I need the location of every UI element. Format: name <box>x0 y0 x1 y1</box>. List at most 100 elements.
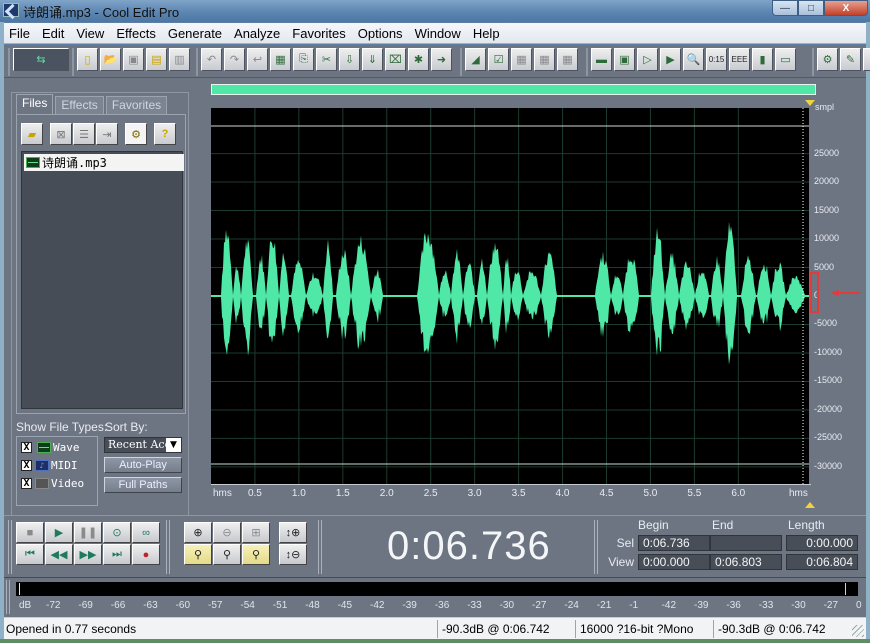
minimize-button[interactable]: — <box>772 0 798 16</box>
grid-1-button[interactable]: ▦ <box>511 48 532 71</box>
zoom-selection-button[interactable]: ⚲ <box>242 544 270 565</box>
paste-button[interactable]: ⇩ <box>339 48 360 71</box>
sel-end-field[interactable] <box>710 535 782 551</box>
blank-window-button[interactable]: ▭ <box>775 48 796 71</box>
menu-favorites[interactable]: Favorites <box>287 26 350 41</box>
cut-button[interactable]: ✂ <box>316 48 337 71</box>
zoom-out-vertical-icon: ↕⊖ <box>285 549 301 561</box>
play-window-button[interactable]: ▶ <box>660 48 681 71</box>
mix-paste-button[interactable]: ⌧ <box>385 48 406 71</box>
file-item[interactable]: 诗朗诵.mp3 <box>24 154 184 171</box>
open-file-button[interactable]: 📂 <box>100 48 121 71</box>
view-begin-field[interactable]: 0:00.000 <box>638 554 710 570</box>
view-tracks-button[interactable]: ▷ <box>637 48 658 71</box>
help-button[interactable]: ? <box>154 123 176 145</box>
menu-view[interactable]: View <box>71 26 109 41</box>
save-button[interactable]: ▣ <box>123 48 144 71</box>
overview-range-bar[interactable] <box>211 84 816 95</box>
close-file-button[interactable]: ⊠ <box>50 123 72 145</box>
envelope-button[interactable]: ◢ <box>465 48 486 71</box>
play-button[interactable]: ▶ <box>45 522 73 543</box>
zoom-out-vertical-button[interactable]: ↕⊖ <box>279 544 307 565</box>
help-button[interactable]: ? <box>863 48 870 71</box>
menu-generate[interactable]: Generate <box>163 26 227 41</box>
zoom-window-button[interactable]: 🔍 <box>683 48 704 71</box>
view-waveform-button[interactable]: ▬ <box>591 48 612 71</box>
pause-button[interactable]: ❚❚ <box>74 522 102 543</box>
stop-button[interactable]: ■ <box>16 522 44 543</box>
zoom-left-button[interactable]: ⚲ <box>184 544 212 565</box>
toolbar-grip[interactable] <box>594 520 598 574</box>
multitrack-toggle-button[interactable]: ⇆ <box>13 48 69 71</box>
resize-grip[interactable] <box>852 625 864 637</box>
insert-cd-button[interactable]: ⇥ <box>96 123 118 145</box>
zoom-in-button[interactable]: ⊕ <box>184 522 212 543</box>
menu-effects[interactable]: Effects <box>111 26 161 41</box>
sel-begin-field[interactable]: 0:06.736 <box>638 535 710 551</box>
undo-button[interactable]: ↶ <box>201 48 222 71</box>
loop-button[interactable]: ∞ <box>132 522 160 543</box>
settings-button[interactable]: ⚙ <box>125 123 147 145</box>
tab-favorites[interactable]: Favorites <box>105 96 168 114</box>
save-all-button[interactable]: ▥ <box>169 48 190 71</box>
zoom-to-selection-button[interactable]: ➜ <box>431 48 452 71</box>
menu-options[interactable]: Options <box>353 26 408 41</box>
wave-checkbox[interactable]: X <box>21 441 32 453</box>
play-to-end-button[interactable]: ⊙ <box>103 522 131 543</box>
record-button[interactable]: ● <box>132 544 160 565</box>
grid-3-button[interactable]: ▦ <box>557 48 578 71</box>
view-spectral-button[interactable]: ▣ <box>614 48 635 71</box>
time-window-button[interactable]: 0:15 <box>706 48 727 71</box>
trim-button[interactable]: ✱ <box>408 48 429 71</box>
view-end-field[interactable]: 0:06.803 <box>710 554 782 570</box>
go-to-beginning-button[interactable]: ⏮ <box>16 544 44 565</box>
open-folder-button[interactable]: ▰ <box>21 123 43 145</box>
menu-help[interactable]: Help <box>468 26 505 41</box>
save-as-button[interactable]: ▤ <box>146 48 167 71</box>
menu-edit[interactable]: Edit <box>37 26 69 41</box>
chevron-down-icon[interactable]: ▼ <box>166 438 181 452</box>
toolbar-grip[interactable] <box>6 580 10 614</box>
script-button[interactable]: ✎ <box>840 48 861 71</box>
redo-button[interactable]: ↷ <box>224 48 245 71</box>
cursor-marker-bottom-icon[interactable] <box>805 502 815 508</box>
toolbar-grip[interactable] <box>318 520 322 574</box>
select-all-button[interactable]: ▦ <box>270 48 291 71</box>
level-meter-button[interactable]: ▮ <box>752 48 773 71</box>
video-checkbox[interactable]: X <box>21 477 32 489</box>
waveform-display[interactable] <box>211 108 809 484</box>
grid-2-button[interactable]: ▦ <box>534 48 555 71</box>
menu-file[interactable]: File <box>4 26 35 41</box>
tab-files[interactable]: Files <box>16 94 54 114</box>
view-length-field[interactable]: 0:06.804 <box>786 554 858 570</box>
settings-button[interactable]: ⚙ <box>817 48 838 71</box>
fast-forward-button[interactable]: ▶▶ <box>74 544 102 565</box>
full-paths-button[interactable]: Full Paths <box>104 477 182 493</box>
maximize-button[interactable]: □ <box>798 0 824 16</box>
tab-effects[interactable]: Effects <box>55 96 104 114</box>
level-tick-label: 0 <box>856 600 862 611</box>
paste-new-button[interactable]: ⇓ <box>362 48 383 71</box>
toolbar-grip[interactable] <box>8 520 12 574</box>
insert-multitrack-button[interactable]: ☰ <box>73 123 95 145</box>
sel-length-field[interactable]: 0:00.000 <box>786 535 858 551</box>
level-tick-label: -27 <box>532 600 547 611</box>
toolbar-grip[interactable] <box>166 520 170 574</box>
menu-window[interactable]: Window <box>410 26 466 41</box>
rewind-button[interactable]: ◀◀ <box>45 544 73 565</box>
repeat-last-button[interactable]: ↩ <box>247 48 268 71</box>
auto-play-button[interactable]: Auto-Play <box>104 457 182 473</box>
zoom-right-button[interactable]: ⚲ <box>213 544 241 565</box>
go-to-end-button[interactable]: ⏭ <box>103 544 131 565</box>
copy-button[interactable]: ⎘ <box>293 48 314 71</box>
zoom-out-button[interactable]: ⊖ <box>213 522 241 543</box>
new-file-button[interactable]: ▯ <box>77 48 98 71</box>
midi-checkbox[interactable]: X <box>21 459 32 471</box>
eq-window-button[interactable]: EEE <box>729 48 750 71</box>
zoom-full-button[interactable]: ⊞ <box>242 522 270 543</box>
checkbox-button[interactable]: ☑ <box>488 48 509 71</box>
zoom-in-vertical-button[interactable]: ↕⊕ <box>279 522 307 543</box>
close-button[interactable]: X <box>824 0 868 16</box>
menu-analyze[interactable]: Analyze <box>229 26 285 41</box>
sort-by-select[interactable]: Recent Acc ▼ <box>104 437 182 453</box>
